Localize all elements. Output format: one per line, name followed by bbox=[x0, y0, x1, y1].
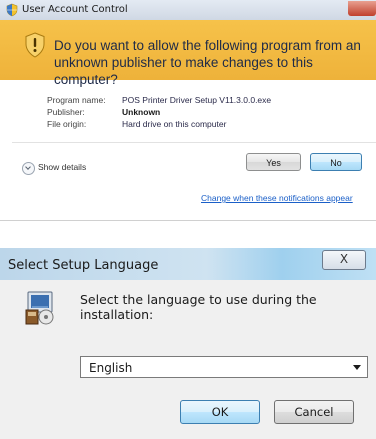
uac-info-value: POS Printer Driver Setup V11.3.0.0.exe bbox=[122, 95, 272, 105]
uac-close-button[interactable] bbox=[348, 1, 376, 16]
notification-settings-link[interactable]: Change when these notifications appear bbox=[201, 193, 353, 203]
show-details-toggle[interactable]: Show details bbox=[22, 160, 112, 176]
show-details-label: Show details bbox=[38, 162, 87, 172]
language-dropdown[interactable]: English bbox=[80, 356, 368, 378]
no-button[interactable]: No bbox=[310, 153, 362, 171]
uac-title: User Account Control bbox=[22, 4, 128, 15]
uac-dialog: User Account Control Do you want to allo… bbox=[0, 0, 376, 221]
language-prompt-text: Select the language to use during the in… bbox=[80, 292, 317, 322]
uac-question-text: Do you want to allow the following progr… bbox=[54, 38, 361, 87]
chevron-down-icon bbox=[22, 162, 35, 175]
language-dialog-body: Select the language to use during the in… bbox=[8, 280, 376, 439]
setup-installer-icon bbox=[25, 291, 54, 325]
uac-info-row: Program name: POS Printer Driver Setup V1… bbox=[47, 94, 271, 106]
language-dialog-title: Select Setup Language bbox=[8, 258, 159, 273]
uac-shield-icon bbox=[6, 3, 18, 17]
uac-info-key: File origin: bbox=[47, 119, 87, 129]
uac-info-row: Publisher: Unknown bbox=[47, 106, 271, 118]
cancel-button[interactable]: Cancel bbox=[274, 400, 354, 424]
uac-program-info: Program name: POS Printer Driver Setup V1… bbox=[47, 94, 271, 130]
uac-info-value: Hard drive on this computer bbox=[122, 119, 227, 129]
language-dialog: Select Setup Language X Select the langu… bbox=[0, 248, 376, 439]
uac-titlebar: User Account Control bbox=[0, 0, 376, 20]
warning-shield-icon bbox=[25, 32, 45, 58]
selected-language: English bbox=[89, 361, 133, 375]
language-close-button[interactable]: X bbox=[322, 250, 366, 270]
uac-divider bbox=[12, 142, 376, 143]
ok-button[interactable]: OK bbox=[180, 400, 260, 424]
dropdown-arrow-icon bbox=[353, 365, 361, 370]
uac-info-value: Unknown bbox=[122, 107, 161, 117]
language-titlebar: Select Setup Language X bbox=[0, 248, 376, 280]
yes-button[interactable]: Yes bbox=[246, 153, 301, 171]
uac-info-row: File origin: Hard drive on this computer bbox=[47, 118, 271, 130]
uac-warning-banner: Do you want to allow the following progr… bbox=[0, 20, 376, 87]
uac-info-key: Program name: bbox=[47, 95, 106, 105]
uac-info-key: Publisher: bbox=[47, 107, 85, 117]
